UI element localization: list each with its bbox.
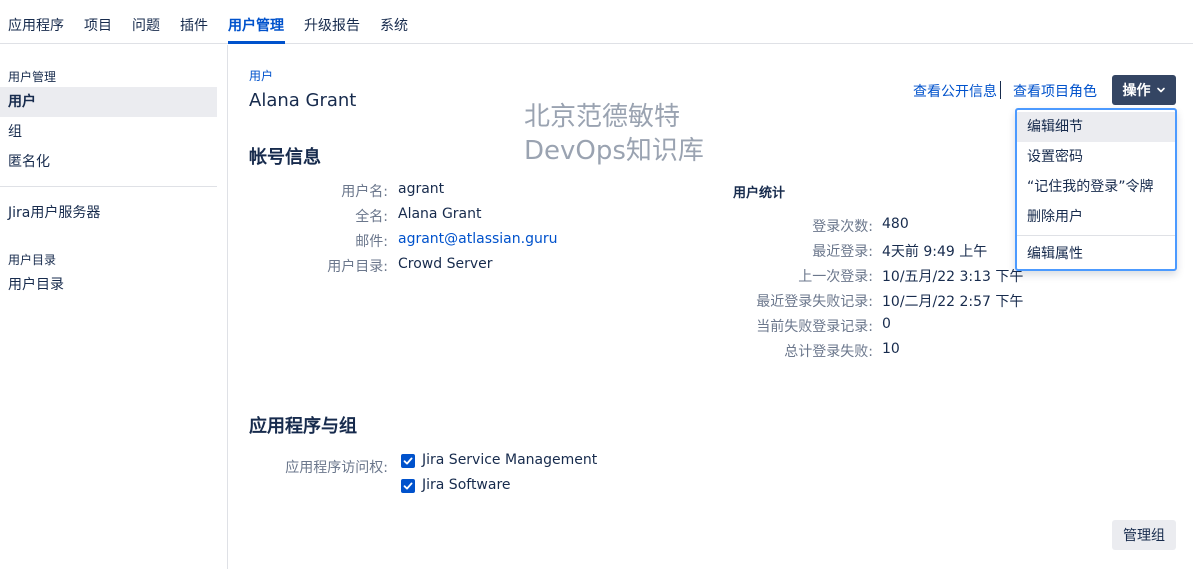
user-stats-heading: 用户统计 <box>733 186 786 201</box>
apps-groups-heading: 应用程序与组 <box>249 416 357 437</box>
previous-login-label: 上一次登录: <box>798 269 873 285</box>
manage-groups-button[interactable]: 管理组 <box>1112 520 1176 550</box>
sidebar-heading-user-management: 用户管理 <box>8 70 57 84</box>
sidebar-item-groups[interactable]: 组 <box>0 117 217 147</box>
login-count-value: 480 <box>882 216 909 232</box>
menu-divider <box>1017 235 1175 236</box>
directory-label: 用户目录: <box>327 259 388 275</box>
sidebar-item-jira-user-servers[interactable]: Jira用户服务器 <box>0 198 217 228</box>
current-failed-login-label: 当前失败登录记录: <box>756 319 873 335</box>
sidebar-item-users[interactable]: 用户 <box>0 87 217 117</box>
username-label: 用户名: <box>341 184 388 200</box>
link-divider <box>1000 81 1001 99</box>
sidebar-item-anonymize[interactable]: 匿名化 <box>0 147 217 177</box>
actions-dropdown-menu: 编辑细节 设置密码 “记住我的登录”令牌 删除用户 编辑属性 <box>1015 108 1177 271</box>
checkbox-jira-service-management[interactable] <box>401 454 415 468</box>
watermark-line-2: DevOps知识库 <box>524 136 704 166</box>
checkbox-jira-software[interactable] <box>401 479 415 493</box>
sidebar-divider <box>0 186 217 187</box>
previous-login-value: 10/五月/22 3:13 下午 <box>882 269 1024 285</box>
menu-item-delete-user[interactable]: 删除用户 <box>1017 202 1175 232</box>
last-login-value: 4天前 9:49 上午 <box>882 244 988 260</box>
email-label: 邮件: <box>355 234 388 250</box>
chevron-down-icon <box>1156 87 1165 93</box>
menu-item-set-password[interactable]: 设置密码 <box>1017 142 1175 172</box>
check-icon <box>403 457 413 465</box>
page-title: Alana Grant <box>249 90 357 111</box>
fullname-label: 全名: <box>355 209 388 225</box>
last-failed-login-value: 10/二月/22 2:57 下午 <box>882 294 1024 310</box>
sidebar-item-user-directories[interactable]: 用户目录 <box>0 270 217 300</box>
email-link[interactable]: agrant@atlassian.guru <box>398 231 557 247</box>
view-public-profile-link[interactable]: 查看公开信息 <box>913 81 997 101</box>
app-access-label: 应用程序访问权: <box>285 460 388 476</box>
sidebar-heading-user-directories: 用户目录 <box>8 253 57 267</box>
watermark: 北京范德敏特 DevOps知识库 <box>524 100 704 168</box>
last-failed-login-label: 最近登录失败记录: <box>756 294 873 310</box>
actions-button[interactable]: 操作 <box>1112 75 1176 105</box>
username-value: agrant <box>398 181 445 197</box>
actions-button-label: 操作 <box>1122 83 1151 99</box>
app-jira-software: Jira Software <box>422 477 511 493</box>
top-nav: 应用程序 项目 问题 插件 用户管理 升级报告 系统 <box>0 0 1193 44</box>
menu-item-remember-me-tokens[interactable]: “记住我的登录”令牌 <box>1017 172 1175 202</box>
menu-item-edit-details[interactable]: 编辑细节 <box>1017 112 1175 142</box>
fullname-value: Alana Grant <box>398 206 482 222</box>
tab-issues[interactable]: 问题 <box>132 17 160 35</box>
tab-plugins[interactable]: 插件 <box>180 17 208 35</box>
tab-user-management[interactable]: 用户管理 <box>228 17 284 35</box>
tab-system[interactable]: 系统 <box>380 17 408 35</box>
menu-item-edit-properties[interactable]: 编辑属性 <box>1017 239 1175 269</box>
tab-applications[interactable]: 应用程序 <box>8 17 64 35</box>
directory-value: Crowd Server <box>398 256 493 272</box>
total-failed-login-value: 10 <box>882 341 900 357</box>
sidebar: 用户管理 用户 组 匿名化 Jira用户服务器 用户目录 用户目录 <box>0 45 228 569</box>
watermark-line-1: 北京范德敏特 <box>524 102 681 132</box>
app-jira-service-management: Jira Service Management <box>422 452 598 468</box>
breadcrumb[interactable]: 用户 <box>249 67 273 84</box>
current-failed-login-value: 0 <box>882 316 891 332</box>
last-login-label: 最近登录: <box>812 244 873 260</box>
account-info-heading: 帐号信息 <box>249 147 321 168</box>
tab-upgrade-report[interactable]: 升级报告 <box>304 17 360 35</box>
view-project-roles-link[interactable]: 查看项目角色 <box>1013 81 1097 101</box>
active-tab-indicator <box>228 41 285 44</box>
tab-projects[interactable]: 项目 <box>84 17 112 35</box>
check-icon <box>403 482 413 490</box>
total-failed-login-label: 总计登录失败: <box>784 344 873 360</box>
login-count-label: 登录次数: <box>812 219 873 235</box>
